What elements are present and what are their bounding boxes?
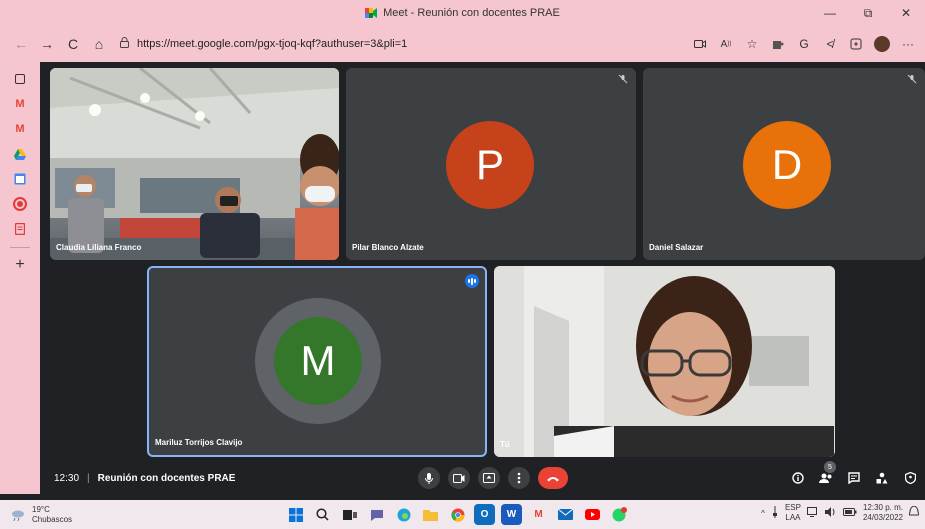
close-button[interactable]: ✕ [887,0,925,26]
system-tray: ^ ESP LAA 12:30 p. m. 24/03/2022 [761,503,920,523]
maximize-button[interactable]: ⧉ [849,0,887,26]
participant-name: Pilar Blanco Alzate [352,243,424,252]
drive-icon[interactable] [8,143,32,165]
docs-icon[interactable] [8,218,32,240]
network-icon[interactable] [806,507,819,519]
minimize-button[interactable]: — [811,0,849,26]
call-controls [418,467,568,489]
language-indicator[interactable]: ESP LAA [785,503,801,523]
more-icon[interactable]: ··· [895,31,921,57]
edge-icon[interactable] [393,504,414,525]
meeting-title: Reunión con docentes PRAE [97,472,236,484]
volume-icon[interactable] [824,507,837,519]
camera-icon[interactable] [687,31,713,57]
more-options-button[interactable] [508,467,530,489]
participant-tile-mariluz[interactable]: M Mariluz Torrijos Clavijo [147,266,487,457]
browser-toolbar: A)) ☆ G ≮ ··· [687,31,925,57]
collections-icon[interactable] [843,31,869,57]
back-button[interactable]: ← [8,31,34,57]
avatar: D [743,121,831,209]
window-controls: — ⧉ ✕ [811,0,925,26]
gmail-taskbar-icon[interactable]: M [528,504,549,525]
temperature: 19°C [32,504,50,514]
participant-name: Tú [500,440,510,449]
camera-button[interactable] [448,467,470,489]
participant-name: Mariluz Torrijos Clavijo [155,438,243,447]
task-view-icon[interactable] [339,504,360,525]
weather-condition: Chubascos [32,514,73,524]
meet-logo-icon [365,8,378,18]
home-button[interactable]: ⌂ [86,31,112,57]
muted-mic-icon [618,74,628,84]
participant-tile-daniel[interactable]: D Daniel Salazar [643,68,925,260]
windows-start-icon[interactable] [285,504,306,525]
participant-tile-pilar[interactable]: P Pilar Blanco Alzate [346,68,636,260]
mail-icon[interactable] [555,504,576,525]
info-icon[interactable] [787,467,809,489]
taskbar-apps: O W M [285,504,630,525]
usb-icon[interactable] [771,506,779,520]
participant-name: Claudia Liliana Franco [56,243,142,252]
url-field[interactable]: https://meet.google.com/pgx-tjoq-kqf?aut… [120,32,660,56]
gmail-icon[interactable]: M [8,93,32,115]
present-screen-button[interactable] [478,467,500,489]
favorites-bar-icon[interactable]: ≮ [817,31,843,57]
self-video [494,266,835,457]
reload-button[interactable]: C [60,31,86,57]
favorite-icon[interactable]: ☆ [739,31,765,57]
end-call-button[interactable] [538,467,568,489]
host-controls-button[interactable] [899,467,921,489]
forward-button[interactable]: → [34,31,60,57]
rain-cloud-icon [10,509,26,521]
search-icon[interactable] [312,504,333,525]
window-title: Meet - Reunión con docentes PRAE [383,7,560,19]
battery-icon[interactable] [842,508,857,518]
sidebar-divider [10,247,30,248]
meeting-time: 12:30 [54,472,80,484]
word-icon[interactable]: W [501,504,522,525]
read-aloud-icon[interactable]: A)) [713,31,739,57]
calendar-icon[interactable] [8,168,32,190]
weather-widget[interactable]: 19°C Chubascos [10,505,72,525]
meeting-tools: 5 [787,461,921,489]
participant-tile-claudia[interactable]: Claudia Liliana Franco [50,68,339,260]
address-bar: ← → C ⌂ https://meet.google.com/pgx-tjoq… [0,26,925,62]
chrome-icon[interactable] [447,504,468,525]
add-sidebar-button[interactable]: + [8,254,32,276]
muted-mic-icon [907,74,917,84]
meet-control-bar: 12:30 | Reunión con docentes PRAE 5 [40,461,925,494]
outlook-icon[interactable]: O [474,504,495,525]
extension-icon[interactable] [765,31,791,57]
profile-avatar[interactable] [869,31,895,57]
edge-sidebar: M M + [0,62,40,494]
file-explorer-icon[interactable] [420,504,441,525]
chat-button[interactable] [843,467,865,489]
avatar: P [446,121,534,209]
microphone-button[interactable] [418,467,440,489]
room-video [50,68,339,260]
participant-name: Daniel Salazar [649,243,704,252]
chevron-up-icon[interactable]: ^ [761,509,765,518]
notifications-icon[interactable] [908,505,920,520]
chat-teams-icon[interactable] [366,504,387,525]
people-button[interactable]: 5 [815,461,837,489]
separator: | [87,472,90,484]
speaking-indicator-icon [465,274,479,288]
activities-button[interactable] [871,467,893,489]
lock-icon [120,37,129,51]
participant-tile-self[interactable]: Tú [494,266,835,457]
avatar: M [274,317,362,405]
whatsapp-icon[interactable] [609,504,630,525]
people-count-badge: 5 [824,461,836,473]
clock[interactable]: 12:30 p. m. 24/03/2022 [863,503,903,523]
refresh-extension-icon[interactable]: G [791,31,817,57]
tab-icon[interactable] [8,68,32,90]
windows-taskbar: 19°C Chubascos O W M ^ ESP LAA 12:30 p. … [0,500,925,529]
record-icon[interactable] [8,193,32,215]
gmail-icon-2[interactable]: M [8,118,32,140]
youtube-icon[interactable] [582,504,603,525]
title-bar: Meet - Reunión con docentes PRAE — ⧉ ✕ [0,0,925,26]
url-text: https://meet.google.com/pgx-tjoq-kqf?aut… [137,38,408,50]
